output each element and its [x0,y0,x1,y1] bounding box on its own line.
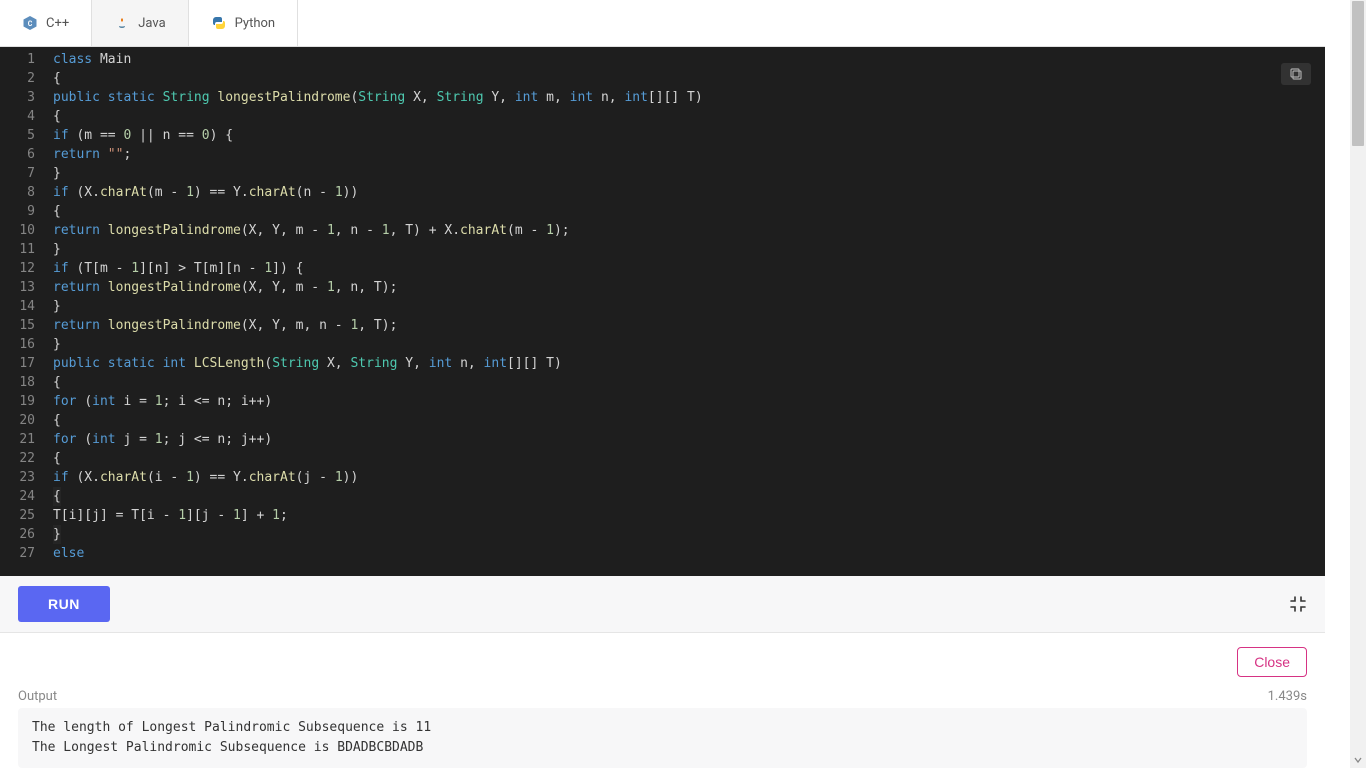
run-bar: RUN [0,576,1325,632]
java-icon [114,15,130,31]
code-content[interactable]: class Main{public static String longestP… [45,50,1325,563]
output-panel: Close Output 1.439s The length of Longes… [0,632,1325,768]
run-button[interactable]: RUN [18,586,110,622]
code-editor[interactable]: 1234567891011121314151617181920212223242… [0,47,1325,576]
scroll-thumb[interactable] [1352,1,1364,146]
line-gutter: 1234567891011121314151617181920212223242… [0,50,45,563]
output-label: Output [18,689,57,704]
cpp-icon: C [22,15,38,31]
tab-label: C++ [46,16,69,31]
tab-java[interactable]: Java [92,0,188,46]
fullscreen-exit-icon[interactable] [1289,595,1307,613]
copy-button[interactable] [1281,63,1311,85]
close-button[interactable]: Close [1237,647,1307,677]
page-scrollbar[interactable] [1350,0,1366,768]
tab-label: Python [235,16,275,31]
tab-label: Java [138,16,165,31]
output-content: The length of Longest Palindromic Subseq… [18,708,1307,768]
language-tabs: C C++ Java Python [0,0,1325,47]
svg-text:C: C [28,20,33,28]
copy-icon [1289,67,1303,81]
scroll-down-icon[interactable] [1350,752,1366,768]
python-icon [211,15,227,31]
execution-time: 1.439s [1268,689,1307,704]
tab-python[interactable]: Python [189,0,298,46]
tab-cpp[interactable]: C C++ [0,0,92,46]
